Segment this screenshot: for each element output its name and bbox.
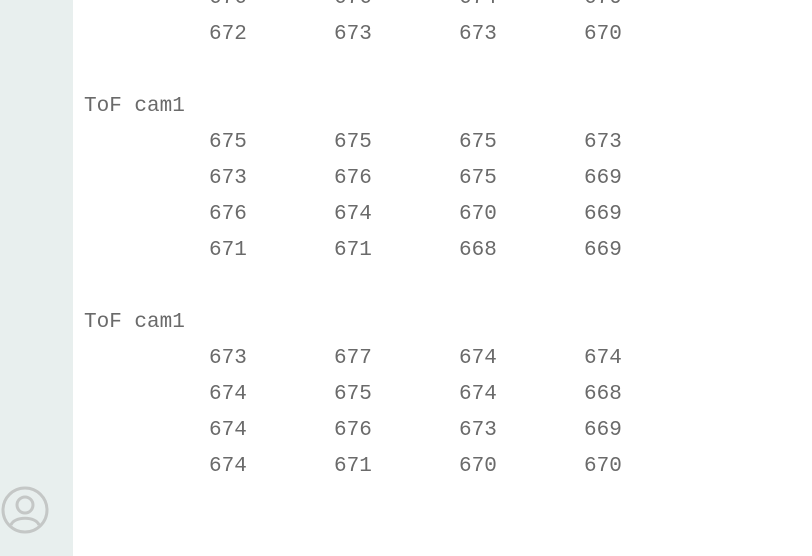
- cell: 673: [209, 347, 247, 370]
- table-row: 672 673 673 670: [84, 17, 784, 53]
- block-label: ToF cam1: [84, 95, 185, 118]
- cell: 674: [209, 383, 247, 406]
- cell: 675: [334, 383, 372, 406]
- block-label: ToF cam1: [84, 311, 185, 334]
- cell: 675: [459, 167, 497, 190]
- cell: 669: [584, 203, 622, 226]
- cell: 675: [459, 131, 497, 154]
- left-sidebar: [0, 0, 73, 556]
- cell: 668: [584, 383, 622, 406]
- user-circle-icon[interactable]: [1, 486, 49, 534]
- cell: 676: [334, 167, 372, 190]
- cell: 674: [459, 0, 584, 17]
- cell: 673: [209, 167, 247, 190]
- cell: 673: [334, 23, 372, 46]
- cell: 673: [459, 23, 497, 46]
- cell: 674: [209, 419, 247, 442]
- cell: 668: [459, 239, 497, 262]
- cell: 669: [584, 167, 622, 190]
- cell: 674: [584, 347, 622, 370]
- table-row: 673 676 675 669: [84, 161, 784, 197]
- cell: 676: [334, 419, 372, 442]
- cell: 674: [209, 455, 247, 478]
- user-avatar-graphic: [1, 486, 49, 534]
- cell: 676: [334, 0, 459, 17]
- cell: 674: [459, 383, 497, 406]
- cell: 677: [334, 347, 372, 370]
- cell: 673: [459, 419, 497, 442]
- cell: 670: [459, 455, 497, 478]
- cell: 676: [209, 0, 334, 17]
- cell: 674: [459, 347, 497, 370]
- cell: 670: [584, 0, 709, 17]
- cell: 673: [584, 131, 622, 154]
- cell: 675: [334, 131, 372, 154]
- table-row: 675 675 675 673: [84, 125, 784, 161]
- table-row: 673 677 674 674: [84, 341, 784, 377]
- console-output: 676 676 674 670 672 673 673 670 ToF cam1…: [84, 0, 784, 485]
- cell: 669: [584, 419, 622, 442]
- table-row: 674 676 673 669: [84, 413, 784, 449]
- cell: 676: [209, 203, 247, 226]
- cell: 671: [334, 455, 372, 478]
- cell: 670: [459, 203, 497, 226]
- cell: 670: [584, 23, 622, 46]
- cell: 671: [209, 239, 247, 262]
- table-row: 671 671 668 669: [84, 233, 784, 269]
- cell: 675: [209, 131, 247, 154]
- cell: 670: [584, 455, 622, 478]
- cell: 672: [209, 23, 247, 46]
- table-row: 674 671 670 670: [84, 449, 784, 485]
- table-row: 674 675 674 668: [84, 377, 784, 413]
- cell: 671: [334, 239, 372, 262]
- table-row: 676 674 670 669: [84, 197, 784, 233]
- table-row: 676 676 674 670: [84, 0, 784, 17]
- cell: 669: [584, 239, 622, 262]
- cell: 674: [334, 203, 372, 226]
